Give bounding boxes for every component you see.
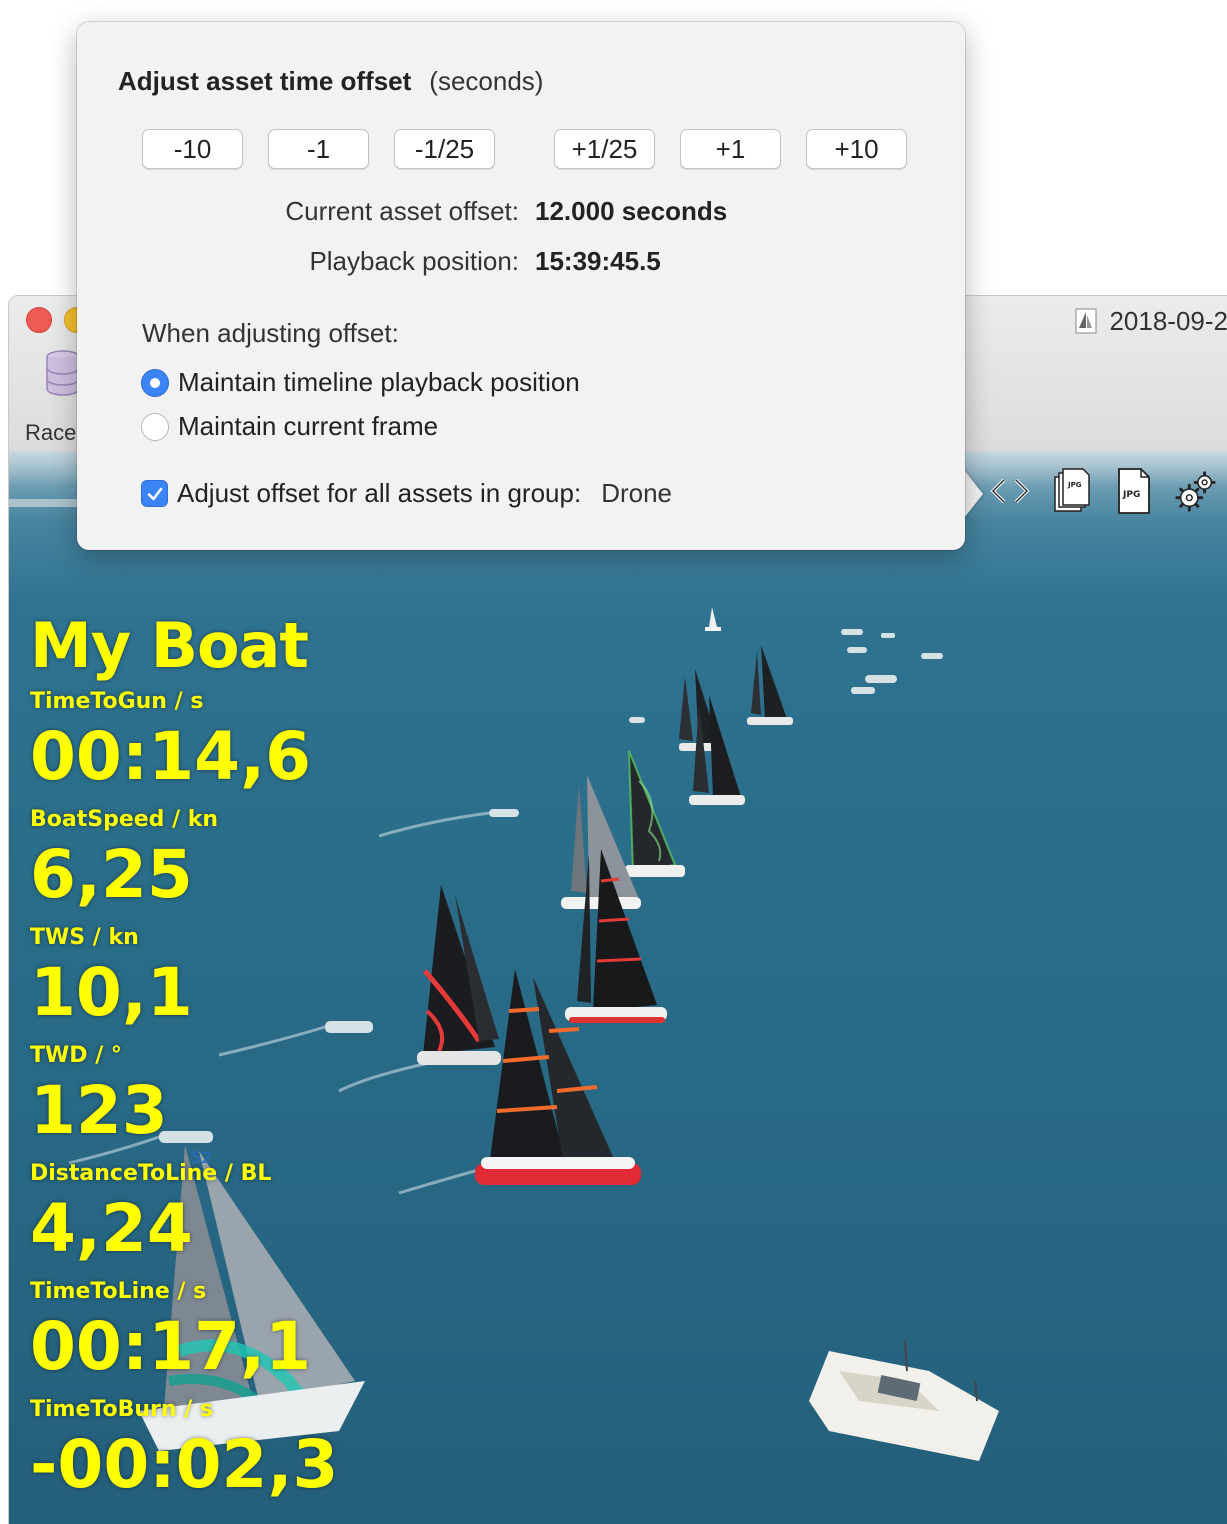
metric-value-distance-to-line: 4,24	[30, 1190, 193, 1267]
jpg-file-icon[interactable]: JPG	[1112, 467, 1156, 515]
group-adjust-checkbox-row[interactable]: Adjust offset for all assets in group: D…	[141, 478, 672, 509]
time-offset-popover: Adjust asset time offset (seconds) -10 -1…	[77, 22, 965, 550]
metric-label-time-to-line: TimeToLine / s	[30, 1279, 207, 1304]
database-icon	[46, 350, 80, 396]
metric-label-boat-speed: BoatSpeed / kn	[30, 807, 219, 832]
metric-value-tws: 10,1	[30, 954, 193, 1031]
radio-maintain-frame[interactable]: Maintain current frame	[141, 411, 438, 442]
minus-10-button[interactable]: -10	[142, 129, 243, 169]
radio-button-unselected[interactable]	[141, 412, 169, 441]
adjust-section-label: When adjusting offset:	[142, 318, 399, 348]
radio-maintain-frame-label: Maintain current frame	[178, 411, 439, 441]
plus-1-button[interactable]: +1	[680, 129, 781, 169]
metric-label-distance-to-line: DistanceToLine / BL	[30, 1161, 272, 1186]
race-toolbar-label: Race	[25, 420, 77, 445]
metric-label-tws: TWS / kn	[30, 925, 139, 950]
document-title: 2018-09-2	[1075, 304, 1227, 338]
jpg-stack-icon[interactable]: JPG	[1050, 467, 1094, 515]
metric-value-boat-speed: 6,25	[30, 836, 193, 913]
video-player[interactable]: 52 JPG JPG My Boat TimeToGun / s 00:14,6…	[9, 451, 1227, 1524]
group-adjust-checkbox[interactable]	[141, 480, 168, 507]
group-adjust-label: Adjust offset for all assets in group:	[177, 478, 582, 508]
current-offset-value: 12.000 seconds	[535, 196, 728, 226]
metric-label-twd: TWD / °	[30, 1043, 122, 1068]
metric-value-twd: 123	[30, 1072, 168, 1149]
playback-position-value: 15:39:45.5	[535, 246, 661, 276]
radio-button-selected[interactable]	[141, 368, 169, 397]
close-window-button[interactable]	[26, 307, 52, 333]
sailboat-document-icon	[1075, 308, 1097, 334]
playback-position-label: Playback position:	[309, 246, 519, 276]
jpg-stack-text: JPG	[1067, 481, 1082, 489]
metric-value-time-to-line: 00:17,1	[30, 1308, 312, 1385]
plus-10-button[interactable]: +10	[806, 129, 907, 169]
gears-icon[interactable]	[1174, 467, 1218, 515]
document-title-text: 2018-09-2	[1109, 305, 1227, 336]
popover-title-unit: (seconds)	[429, 66, 544, 96]
metric-label-time-to-burn: TimeToBurn / s	[30, 1397, 213, 1422]
radio-maintain-playback[interactable]: Maintain timeline playback position	[141, 367, 580, 398]
radio-maintain-playback-label: Maintain timeline playback position	[178, 367, 580, 397]
video-toolbar: JPG JPG	[988, 467, 1218, 515]
code-brackets-icon[interactable]	[988, 467, 1032, 515]
metric-value-time-to-burn: -00:02,3	[30, 1426, 339, 1503]
minus-1-button[interactable]: -1	[268, 129, 369, 169]
current-offset-label: Current asset offset:	[285, 196, 519, 226]
offset-button-row: -10 -1 -1/25 +1/25 +1 +10	[142, 129, 907, 169]
popover-title-text: Adjust asset time offset	[118, 66, 412, 96]
metric-label-time-to-gun: TimeToGun / s	[30, 689, 204, 714]
minus-1-25-button[interactable]: -1/25	[394, 129, 495, 169]
popover-title: Adjust asset time offset (seconds)	[118, 66, 543, 97]
plus-1-25-button[interactable]: +1/25	[554, 129, 655, 169]
telemetry-overlay: My Boat TimeToGun / s 00:14,6 BoatSpeed …	[30, 611, 338, 1513]
group-name: Drone	[601, 478, 673, 508]
checkmark-icon	[147, 487, 162, 500]
metric-value-time-to-gun: 00:14,6	[30, 718, 312, 795]
jpg-file-text: JPG	[1122, 490, 1140, 500]
boat-name: My Boat	[30, 609, 309, 682]
